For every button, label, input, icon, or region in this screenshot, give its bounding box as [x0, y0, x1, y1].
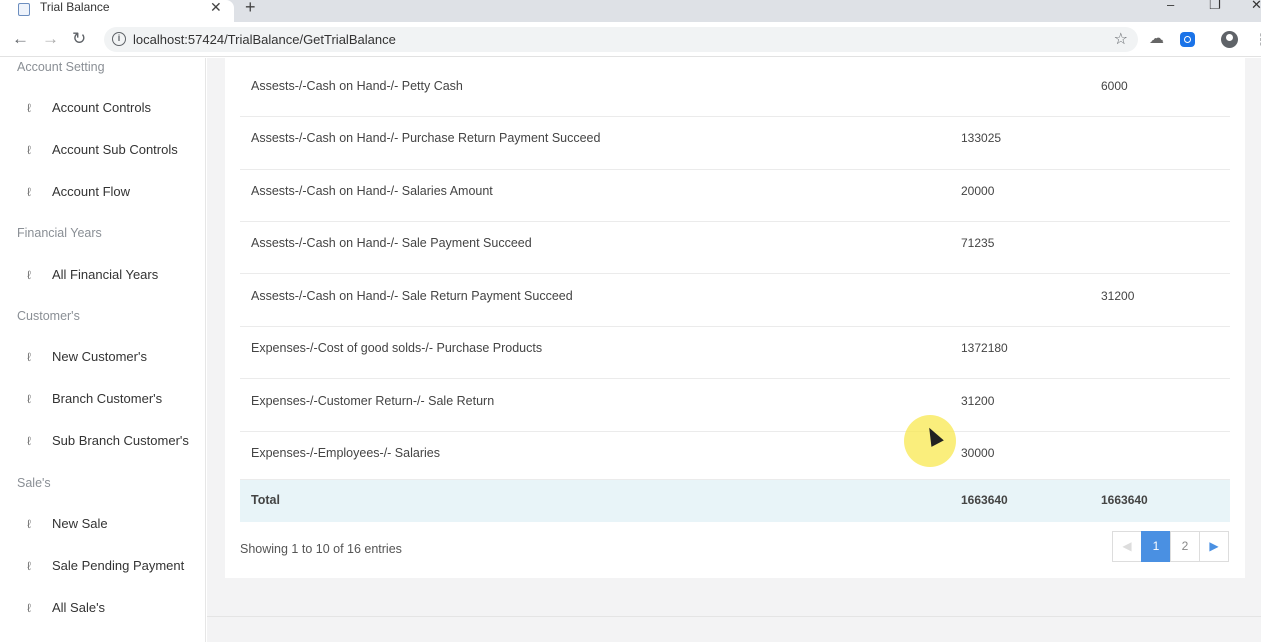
debit-value: 1372180 [961, 341, 1008, 355]
sidebar-item-label: Account Sub Controls [52, 142, 178, 157]
sidebar-header-customers: Customer's [17, 309, 80, 323]
menu-item-icon: ℓ [27, 601, 31, 615]
reload-icon[interactable]: ↻ [72, 30, 86, 48]
account-name: Assests-/-Cash on Hand-/- Sale Payment S… [251, 236, 532, 250]
table-row: Assests-/-Cash on Hand-/- Sale Payment S… [240, 222, 1230, 274]
sidebar-item-label: All Financial Years [52, 267, 159, 282]
account-name: Expenses-/-Cost of good solds-/- Purchas… [251, 341, 543, 355]
menu-item-icon: ℓ [27, 350, 31, 364]
tab-title: Trial Balance [40, 0, 110, 14]
pagination-prev-button[interactable]: ◀ [1112, 531, 1142, 562]
sidebar-item-label: New Customer's [52, 349, 147, 364]
account-name: Assests-/-Cash on Hand-/- Sale Return Pa… [251, 289, 573, 303]
table-row: Expenses-/-Cost of good solds-/- Purchas… [240, 327, 1230, 379]
menu-item-icon: ℓ [27, 268, 31, 282]
account-name: Expenses-/-Employees-/- Salaries [251, 446, 440, 460]
main-content: Assests-/-Cash on Hand-/- Petty Cash 600… [207, 58, 1261, 642]
debit-value: 20000 [961, 184, 995, 198]
pagination-page-2[interactable]: 2 [1170, 531, 1200, 562]
credit-value: 31200 [1101, 289, 1135, 303]
account-name: Expenses-/-Customer Return-/- Sale Retur… [251, 394, 495, 408]
sidebar-item-label: Sub Branch Customer's [52, 433, 189, 448]
sidebar-item-label: Sale Pending Payment [52, 558, 185, 573]
sidebar-item-label: Branch Customer's [52, 391, 163, 406]
divider [207, 616, 1261, 617]
total-row: Total 1663640 1663640 [240, 480, 1230, 522]
minimize-button[interactable]: – [1167, 0, 1174, 13]
table-row: Expenses-/-Customer Return-/- Sale Retur… [240, 379, 1230, 432]
back-icon[interactable]: ← [12, 30, 29, 48]
extension-icon[interactable] [1180, 32, 1195, 47]
pagination: ◀ 1 2 ▶ [1112, 531, 1229, 562]
forward-icon[interactable]: → [42, 30, 59, 48]
account-name: Assests-/-Cash on Hand-/- Purchase Retur… [251, 131, 601, 145]
sidebar-item-label: Account Controls [52, 100, 151, 115]
credit-value: 6000 [1101, 79, 1128, 93]
table-row: Assests-/-Cash on Hand-/- Salaries Amoun… [240, 170, 1230, 222]
sidebar-item-label: Account Flow [52, 184, 131, 199]
bookmark-star-icon[interactable]: ☆ [1114, 29, 1128, 49]
menu-item-icon: ℓ [27, 392, 31, 406]
trial-balance-panel: Assests-/-Cash on Hand-/- Petty Cash 600… [225, 58, 1245, 578]
address-bar[interactable]: i localhost:57424/TrialBalance/GetTrialB… [104, 27, 1138, 52]
debit-value: 31200 [961, 394, 995, 408]
debit-value: 71235 [961, 236, 995, 250]
sidebar-item-label: All Sale's [52, 600, 106, 615]
account-name: Assests-/-Cash on Hand-/- Petty Cash [251, 79, 463, 93]
pagination-page-1[interactable]: 1 [1141, 531, 1171, 562]
page-favicon-icon [18, 3, 30, 16]
browser-toolbar: ← → ↻ i localhost:57424/TrialBalance/Get… [0, 22, 1261, 57]
sidebar-header-financial-years: Financial Years [17, 226, 102, 240]
sidebar: Account Setting ℓ Account Controls ℓ Acc… [0, 58, 206, 642]
entries-info: Showing 1 to 10 of 16 entries [240, 542, 402, 556]
sidebar-header-sales: Sale's [17, 476, 51, 490]
debit-value: 133025 [961, 131, 1002, 145]
menu-item-icon: ℓ [27, 517, 31, 531]
cloud-extension-icon[interactable]: ☁ [1149, 31, 1164, 47]
debit-value: 30000 [961, 446, 995, 460]
restore-button[interactable]: ❐ [1209, 0, 1221, 13]
pagination-next-button[interactable]: ▶ [1199, 531, 1229, 562]
browser-menu-icon[interactable]: ⋮ [1254, 30, 1261, 50]
table-row: Expenses-/-Employees-/- Salaries 30000 [240, 432, 1230, 480]
menu-item-icon: ℓ [27, 143, 31, 157]
site-info-icon[interactable]: i [112, 32, 126, 46]
menu-item-icon: ℓ [27, 434, 31, 448]
tab-close-icon[interactable]: ✕ [210, 0, 222, 15]
table-row: Assests-/-Cash on Hand-/- Sale Return Pa… [240, 274, 1230, 327]
sidebar-header-account-setting: Account Setting [17, 60, 105, 74]
menu-item-icon: ℓ [27, 185, 31, 199]
table-row: Assests-/-Cash on Hand-/- Purchase Retur… [240, 117, 1230, 170]
browser-tab-bar: Trial Balance ✕ + – ❐ ✕ [0, 0, 1261, 22]
total-label: Total [251, 493, 280, 507]
total-debit: 1663640 [961, 493, 1008, 507]
total-credit: 1663640 [1101, 493, 1148, 507]
sidebar-item-label: New Sale [52, 516, 108, 531]
account-name: Assests-/-Cash on Hand-/- Salaries Amoun… [251, 184, 493, 198]
browser-tab[interactable]: Trial Balance ✕ [0, 0, 234, 22]
close-window-button[interactable]: ✕ [1251, 0, 1261, 13]
menu-item-icon: ℓ [27, 101, 31, 115]
profile-avatar-icon[interactable] [1221, 31, 1238, 48]
new-tab-button[interactable]: + [245, 0, 256, 17]
menu-item-icon: ℓ [27, 559, 31, 573]
url-text[interactable]: localhost:57424/TrialBalance/GetTrialBal… [133, 32, 396, 47]
table-row: Assests-/-Cash on Hand-/- Petty Cash 600… [240, 58, 1230, 117]
